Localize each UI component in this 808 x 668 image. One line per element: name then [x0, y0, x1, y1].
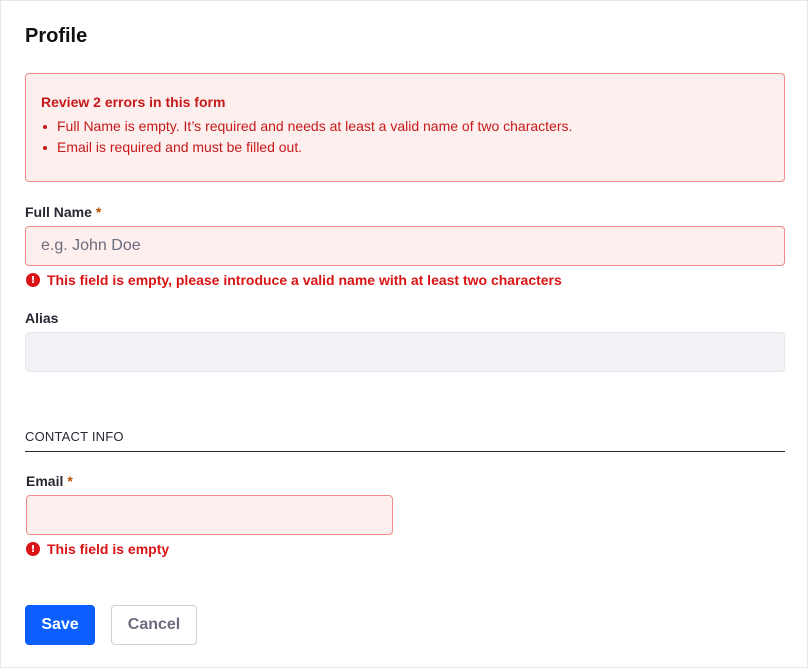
alias-label: Alias: [25, 310, 59, 326]
email-input[interactable]: [26, 495, 393, 535]
profile-form-panel: Profile Review 2 errors in this form Ful…: [0, 0, 808, 668]
full-name-error: ! This field is empty, please introduce …: [26, 272, 562, 288]
exclamation-circle-icon: !: [26, 542, 40, 556]
contact-info-heading: CONTACT INFO: [25, 429, 124, 444]
email-label: Email *: [26, 473, 73, 489]
save-button[interactable]: Save: [25, 605, 95, 645]
full-name-input[interactable]: [25, 226, 785, 266]
alert-error-item: Full Name is empty. It’s required and ne…: [41, 116, 769, 137]
full-name-label: Full Name *: [25, 204, 101, 220]
full-name-label-text: Full Name: [25, 204, 92, 220]
alert-title: Review 2 errors in this form: [41, 94, 226, 110]
section-divider: [25, 451, 785, 452]
page-title: Profile: [25, 25, 88, 47]
cancel-button[interactable]: Cancel: [111, 605, 197, 645]
email-label-text: Email: [26, 473, 64, 489]
required-asterisk: *: [67, 473, 73, 489]
full-name-error-text: This field is empty, please introduce a …: [47, 272, 562, 288]
required-asterisk: *: [95, 204, 102, 220]
exclamation-circle-icon: !: [26, 273, 40, 287]
alert-error-list: Full Name is empty. It’s required and ne…: [41, 116, 769, 158]
alias-input[interactable]: [25, 332, 785, 372]
email-error-text: This field is empty: [47, 541, 170, 557]
error-summary-alert: Review 2 errors in this form Full Name i…: [25, 73, 785, 182]
alert-error-item: Email is required and must be filled out…: [41, 137, 769, 158]
email-error: ! This field is empty: [26, 541, 169, 557]
